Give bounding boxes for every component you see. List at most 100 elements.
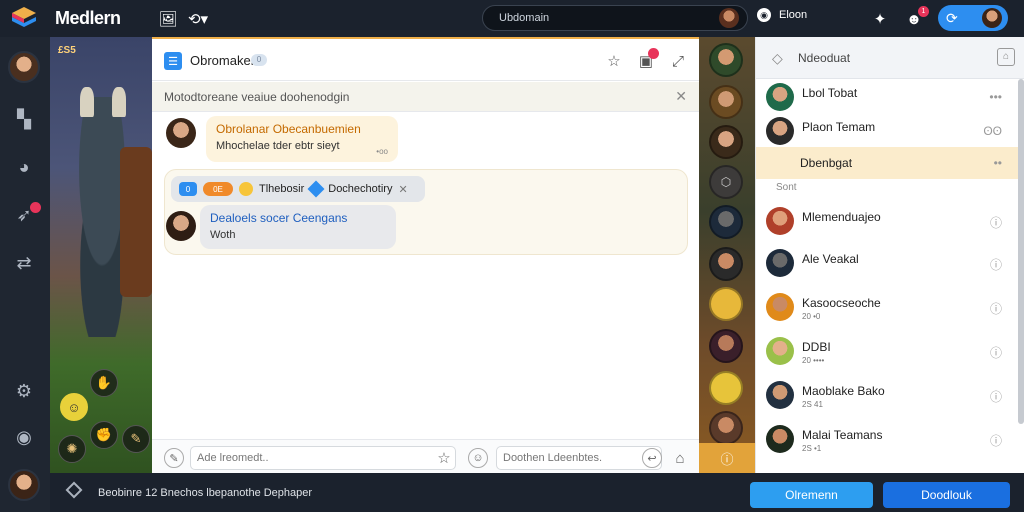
contact-row[interactable]: Malai Teamans 2S •1 ⓘ: [756, 423, 1018, 457]
emoji-button[interactable]: ☺: [60, 393, 88, 421]
contact-sub: 20 •0: [802, 312, 821, 321]
participant-avatar[interactable]: [709, 411, 743, 445]
contact-row[interactable]: Plaon Temam ʘʘ: [756, 115, 1018, 149]
chat-panel: ☰ Obromaker 0 ☆ ▣ ⤢ Motodtoreane veaiue …: [152, 37, 699, 475]
message-title: Obrolanar Obecanbuemien: [216, 122, 361, 136]
contact-name: Mlemenduajeo: [802, 210, 881, 224]
contact-name: Plaon Temam: [802, 120, 876, 134]
participant-avatar[interactable]: [709, 329, 743, 363]
game-action-button-4[interactable]: ✺: [58, 435, 86, 463]
secondary-button[interactable]: Olremenn: [750, 482, 873, 508]
info-icon[interactable]: ⓘ: [990, 214, 1002, 231]
hexagon-icon[interactable]: ⬡: [709, 165, 743, 199]
contact-row[interactable]: Lbol Tobat •••: [756, 81, 1018, 115]
attach-icon[interactable]: ✎: [164, 448, 184, 468]
message-bubble[interactable]: Obrolanar Obecanbuemien Mhochelae tder e…: [206, 116, 398, 162]
contact-avatar: [766, 425, 794, 453]
home-icon[interactable]: ⌂: [670, 448, 690, 468]
chat-bubble-icon[interactable]: ◕: [12, 155, 36, 179]
expand-icon[interactable]: ⤢: [668, 51, 688, 71]
close-tag-icon[interactable]: ✕: [398, 183, 407, 196]
participant-avatar[interactable]: [709, 205, 743, 239]
scrollbar[interactable]: [1018, 79, 1024, 424]
info-button[interactable]: ⓘ: [699, 443, 755, 473]
horn-left: [80, 87, 94, 117]
game-action-button-3[interactable]: ✎: [122, 425, 150, 453]
section-label: Sont: [776, 182, 797, 193]
swap-icon[interactable]: ⇄: [12, 251, 36, 275]
diamond-icon: [307, 180, 325, 198]
status-text: Eloon: [779, 9, 808, 21]
contact-row[interactable]: DDBI 20 •••• ⓘ: [756, 335, 1018, 369]
participant-avatar[interactable]: [709, 125, 743, 159]
group-tag-row[interactable]: 0 0E Tlhebosir Dochechotiry ✕: [171, 176, 425, 202]
star-icon[interactable]: ☆: [604, 51, 624, 71]
star-outline-icon[interactable]: ☆: [434, 448, 454, 468]
composer-bar: ✎ Ade lreomedt.. ☆ ☺ Doothen Ldeenbtes. …: [152, 439, 699, 475]
contact-avatar: [766, 249, 794, 277]
contact-row[interactable]: Mlemenduajeo ⓘ: [756, 205, 1018, 239]
contact-sub: 2S 41: [802, 400, 823, 409]
chat-title: Obromaker: [190, 53, 256, 68]
profile-button[interactable]: ⟳: [938, 5, 1008, 31]
user-avatar[interactable]: [8, 51, 40, 83]
chat-header: ☰ Obromaker 0 ☆ ▣ ⤢: [152, 39, 699, 81]
diamond-outline-icon: [65, 481, 83, 499]
contact-avatar: [766, 207, 794, 235]
group-name: Tlhebosir: [259, 183, 305, 195]
info-icon[interactable]: ⓘ: [990, 300, 1002, 317]
status-indicator[interactable]: ◉ Eloon: [757, 8, 807, 22]
game-action-button-1[interactable]: ✋: [90, 369, 118, 397]
message-bubble[interactable]: Dealoels socer Ceengans Woth: [200, 205, 396, 249]
message-input[interactable]: Ade lreomedt..: [190, 446, 456, 470]
message-avatar: [166, 211, 196, 241]
contact-avatar: [766, 83, 794, 111]
gear-icon[interactable]: ⚙: [12, 379, 36, 403]
tag-blue-badge: 0: [179, 182, 197, 196]
search-input[interactable]: Ubdomain: [482, 5, 748, 31]
info-icon[interactable]: ⓘ: [990, 256, 1002, 273]
bottom-user-avatar[interactable]: [8, 469, 40, 501]
emoji-picker-icon[interactable]: ☺: [468, 448, 488, 468]
image-icon[interactable]: 🖼: [158, 9, 178, 29]
info-icon[interactable]: ⓘ: [990, 344, 1002, 361]
secondary-input[interactable]: Doothen Ldeenbtes.: [496, 446, 662, 470]
contact-row[interactable]: Maoblake Bako 2S 41 ⓘ: [756, 379, 1018, 413]
message-time: •oo: [376, 147, 388, 156]
emoji-avatar[interactable]: [709, 371, 743, 405]
contact-row[interactable]: Kasoocseoche 20 •0 ⓘ: [756, 291, 1018, 325]
participant-avatar[interactable]: [709, 85, 743, 119]
reaction-icon[interactable]: ʘʘ: [983, 124, 1002, 138]
message-input-placeholder: Ade lreomedt..: [197, 452, 269, 464]
secondary-input-placeholder: Doothen Ldeenbtes.: [503, 452, 603, 464]
record-icon[interactable]: ◉: [12, 425, 36, 449]
contacts-panel: ◇ Ndeoduat ⌂ Lbol Tobat ••• Plaon Temam …: [755, 37, 1024, 473]
info-icon[interactable]: ⓘ: [990, 388, 1002, 405]
close-icon[interactable]: ✕: [675, 88, 687, 105]
top-bar: Medlern 🖼 ⟲▾ Ubdomain ◉ Eloon ✦ ☻ 1 ⟳: [0, 0, 1024, 37]
info-icon[interactable]: ⓘ: [990, 432, 1002, 449]
participant-avatar[interactable]: [709, 247, 743, 281]
contact-name: Kasoocseoche: [802, 296, 881, 310]
message-body: Woth: [210, 229, 236, 241]
contact-name: DDBI: [802, 340, 831, 354]
pin-icon[interactable]: ✦: [870, 9, 890, 29]
primary-button[interactable]: Doodlouk: [883, 482, 1010, 508]
profile-avatar: [982, 8, 1002, 28]
more-icon[interactable]: ••: [994, 156, 1002, 170]
emoji-avatar[interactable]: [709, 287, 743, 321]
puzzle-icon[interactable]: ▚: [12, 107, 36, 131]
lock-icon[interactable]: ⌂: [997, 48, 1015, 66]
app-logo-icon: [12, 7, 36, 27]
reply-icon[interactable]: ↩: [642, 448, 662, 468]
settings-dropdown-icon[interactable]: ⟲▾: [188, 9, 208, 29]
game-action-button-2[interactable]: ✊: [90, 421, 118, 449]
app-title: Medlern: [55, 8, 121, 28]
horn-right: [112, 87, 126, 117]
more-icon[interactable]: •••: [989, 90, 1002, 104]
contact-row-active[interactable]: Dbenbgat ••: [756, 147, 1018, 179]
contact-avatar: [766, 381, 794, 409]
participant-avatar[interactable]: [709, 43, 743, 77]
contact-row[interactable]: Ale Veakal ⓘ: [756, 247, 1018, 281]
search-avatar: [719, 8, 739, 28]
